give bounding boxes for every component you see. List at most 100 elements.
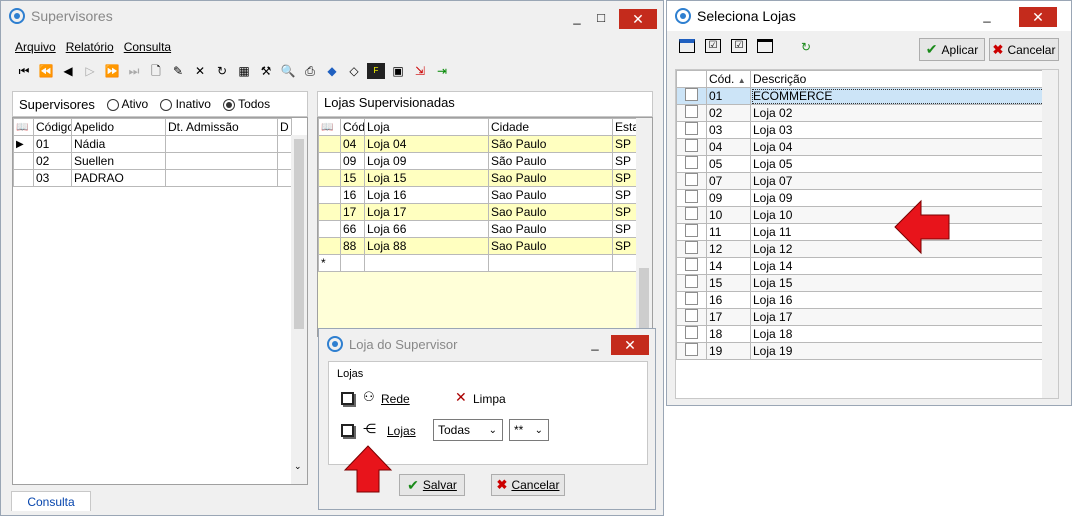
cell-loja[interactable]: Loja 66 (364, 220, 489, 238)
close-button[interactable]: ✕ (1019, 7, 1057, 27)
cell-cod[interactable]: 01 (706, 87, 751, 105)
filter-select[interactable]: ** ⌄ (509, 419, 549, 441)
col-descricao[interactable]: Descrição (750, 70, 1045, 88)
cell-descricao[interactable]: Loja 04 (750, 138, 1045, 156)
vertical-scrollbar[interactable]: ⌄ (291, 135, 307, 484)
cell-descricao[interactable]: Loja 14 (750, 257, 1045, 275)
goto-icon[interactable]: ◇ (345, 63, 363, 79)
image-icon[interactable]: ▣ (389, 63, 407, 79)
refresh-icon[interactable]: ↻ (213, 63, 231, 79)
cell-cod[interactable]: 16 (340, 186, 365, 204)
list-item[interactable]: 10 Loja 10 (676, 206, 1045, 224)
table-row[interactable]: ▶ 01 Nádia (13, 135, 292, 153)
cell-cod[interactable]: 88 (340, 237, 365, 255)
exit-icon[interactable]: ⇥ (433, 63, 451, 79)
close-button[interactable]: ✕ (619, 9, 657, 29)
list-item[interactable]: 19 Loja 19 (676, 342, 1045, 360)
row-checkbox-cell[interactable] (676, 172, 707, 190)
cell-descricao[interactable]: Loja 19 (750, 342, 1045, 360)
list-item[interactable]: 11 Loja 11 (676, 223, 1045, 241)
cell-descricao[interactable]: Loja 03 (750, 121, 1045, 139)
first-record-icon[interactable]: ⏮ (15, 63, 33, 79)
close-button[interactable]: ✕ (611, 335, 649, 355)
row-checkbox[interactable] (685, 309, 698, 322)
cell-descricao[interactable]: Loja 18 (750, 325, 1045, 343)
cell-loja[interactable]: Loja 16 (364, 186, 489, 204)
cell-cidade[interactable] (488, 254, 613, 272)
cell-cod[interactable]: 18 (706, 325, 751, 343)
cell-descricao[interactable]: Loja 16 (750, 291, 1045, 309)
table-row[interactable]: 16 Loja 16 Sao Paulo SP (318, 186, 639, 204)
maximize-button[interactable]: □ (591, 7, 611, 27)
cell-dt[interactable] (165, 169, 278, 187)
row-checkbox-cell[interactable] (676, 121, 707, 139)
menu-consulta[interactable]: Consulta (124, 40, 171, 54)
table-row[interactable]: 04 Loja 04 São Paulo SP (318, 135, 639, 153)
table-row[interactable]: 03 PADRAO (13, 169, 292, 187)
cell-cod[interactable]: 07 (706, 172, 751, 190)
cell-cod[interactable]: 03 (706, 121, 751, 139)
prev-record-icon[interactable]: ◀ (59, 63, 77, 79)
cell-uf[interactable]: SP (612, 220, 639, 238)
cell-dt[interactable] (165, 135, 278, 153)
cell-loja[interactable]: Loja 04 (364, 135, 489, 153)
radio-todos[interactable]: Todos (222, 97, 270, 111)
new-row[interactable]: * (318, 254, 639, 272)
cell-cod[interactable]: 19 (706, 342, 751, 360)
table-row[interactable]: 15 Loja 15 Sao Paulo SP (318, 169, 639, 187)
list-item[interactable]: 03 Loja 03 (676, 121, 1045, 139)
list-item[interactable]: 14 Loja 14 (676, 257, 1045, 275)
row-checkbox-cell[interactable] (676, 342, 707, 360)
cell-cod[interactable]: 09 (340, 152, 365, 170)
cell-dt[interactable] (165, 152, 278, 170)
cell-cod[interactable]: 17 (340, 203, 365, 221)
row-checkbox[interactable] (685, 241, 698, 254)
row-checkbox-cell[interactable] (676, 223, 707, 241)
cell-cod[interactable]: 12 (706, 240, 751, 258)
lojas-scrollbar-thumb[interactable] (639, 268, 649, 328)
col-cod[interactable]: Cód (340, 118, 365, 136)
cell-cod[interactable] (340, 254, 365, 272)
salvar-button[interactable]: ✔ Salvar (399, 474, 465, 496)
refresh-icon[interactable]: ↻ (797, 39, 815, 55)
cell-uf[interactable]: SP (612, 186, 639, 204)
row-checkbox-cell[interactable] (676, 206, 707, 224)
cell-d[interactable] (277, 152, 292, 170)
cell-uf[interactable] (612, 254, 639, 272)
cell-codigo[interactable]: 03 (33, 169, 72, 187)
list-item[interactable]: 15 Loja 15 (676, 274, 1045, 292)
cell-codigo[interactable]: 02 (33, 152, 72, 170)
lojas-checkbox[interactable] (341, 424, 354, 437)
cell-cod[interactable]: 15 (340, 169, 365, 187)
cell-d[interactable] (277, 135, 292, 153)
next-page-icon[interactable]: ⏩ (103, 63, 121, 79)
row-checkbox[interactable] (685, 207, 698, 220)
row-checkbox[interactable] (685, 292, 698, 305)
row-checkbox[interactable] (685, 173, 698, 186)
row-checkbox[interactable] (685, 224, 698, 237)
cell-cod[interactable]: 09 (706, 189, 751, 207)
cell-cod[interactable]: 15 (706, 274, 751, 292)
cell-cod[interactable]: 04 (340, 135, 365, 153)
table-row[interactable]: 66 Loja 66 Sao Paulo SP (318, 220, 639, 238)
row-checkbox-cell[interactable] (676, 257, 707, 275)
next-record-icon[interactable]: ▷ (81, 63, 99, 79)
col-d[interactable]: D (277, 118, 292, 136)
cell-apelido[interactable]: Suellen (71, 152, 166, 170)
invert-selection-icon[interactable]: ☑ (731, 39, 747, 53)
select-all-icon[interactable]: ☑ (705, 39, 721, 53)
col-loja[interactable]: Loja (364, 118, 489, 136)
row-checkbox-cell[interactable] (676, 104, 707, 122)
prev-page-icon[interactable]: ⏪ (37, 63, 55, 79)
table-row[interactable]: 02 Suellen (13, 152, 292, 170)
minimize-button[interactable]: _ (585, 333, 605, 353)
row-checkbox-cell[interactable] (676, 155, 707, 173)
tools-icon[interactable]: ⚒ (257, 63, 275, 79)
cell-cod[interactable]: 66 (340, 220, 365, 238)
menu-relatorio[interactable]: Relatório (66, 40, 114, 54)
window-icon[interactable] (757, 39, 773, 53)
print-icon[interactable]: ⎙ (301, 63, 319, 79)
radio-ativo[interactable]: Ativo (106, 97, 148, 111)
cell-codigo[interactable]: 01 (33, 135, 72, 153)
cell-uf[interactable]: SP (612, 135, 639, 153)
